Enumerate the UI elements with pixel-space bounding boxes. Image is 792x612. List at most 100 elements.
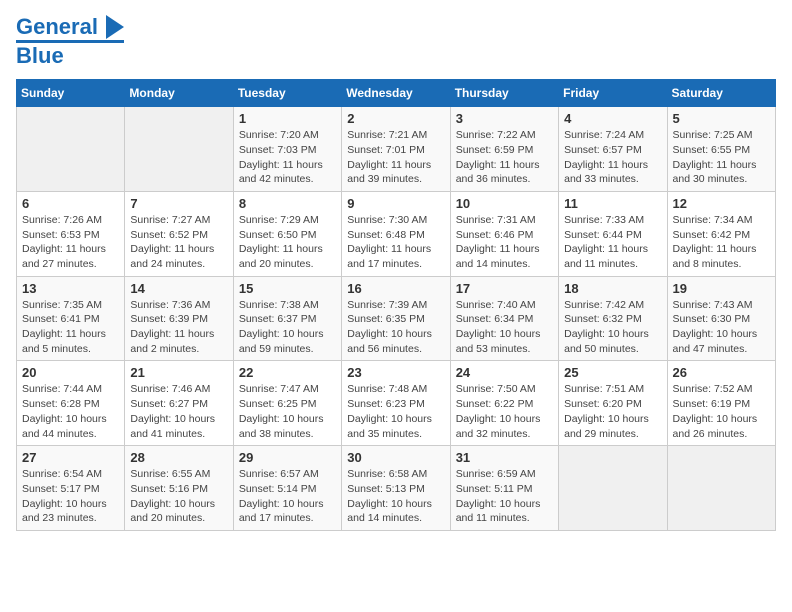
day-detail: Sunrise: 7:30 AM Sunset: 6:48 PM Dayligh… — [347, 213, 444, 272]
calendar-cell: 17 Sunrise: 7:40 AM Sunset: 6:34 PM Dayli… — [450, 276, 558, 361]
day-detail: Sunrise: 7:24 AM Sunset: 6:57 PM Dayligh… — [564, 128, 661, 187]
calendar-week-row: 6 Sunrise: 7:26 AM Sunset: 6:53 PM Daylig… — [17, 191, 776, 276]
day-number: 7 — [130, 196, 227, 211]
calendar-cell: 25 Sunrise: 7:51 AM Sunset: 6:20 PM Dayli… — [559, 361, 667, 446]
calendar-cell: 10 Sunrise: 7:31 AM Sunset: 6:46 PM Dayli… — [450, 191, 558, 276]
day-number: 23 — [347, 365, 444, 380]
logo-blue: Blue — [16, 43, 64, 69]
day-detail: Sunrise: 7:38 AM Sunset: 6:37 PM Dayligh… — [239, 298, 336, 357]
calendar-cell: 22 Sunrise: 7:47 AM Sunset: 6:25 PM Dayli… — [233, 361, 341, 446]
day-header-sunday: Sunday — [17, 80, 125, 107]
calendar-cell: 21 Sunrise: 7:46 AM Sunset: 6:27 PM Dayli… — [125, 361, 233, 446]
day-number: 17 — [456, 281, 553, 296]
calendar-cell — [559, 446, 667, 531]
day-detail: Sunrise: 7:51 AM Sunset: 6:20 PM Dayligh… — [564, 382, 661, 441]
day-number: 12 — [673, 196, 770, 211]
calendar-cell: 2 Sunrise: 7:21 AM Sunset: 7:01 PM Daylig… — [342, 107, 450, 192]
calendar-cell — [17, 107, 125, 192]
calendar-cell: 3 Sunrise: 7:22 AM Sunset: 6:59 PM Daylig… — [450, 107, 558, 192]
calendar-cell: 19 Sunrise: 7:43 AM Sunset: 6:30 PM Dayli… — [667, 276, 775, 361]
day-detail: Sunrise: 7:26 AM Sunset: 6:53 PM Dayligh… — [22, 213, 119, 272]
day-detail: Sunrise: 7:40 AM Sunset: 6:34 PM Dayligh… — [456, 298, 553, 357]
calendar-cell: 29 Sunrise: 6:57 AM Sunset: 5:14 PM Dayli… — [233, 446, 341, 531]
calendar-header-row: SundayMondayTuesdayWednesdayThursdayFrid… — [17, 80, 776, 107]
calendar-week-row: 20 Sunrise: 7:44 AM Sunset: 6:28 PM Dayli… — [17, 361, 776, 446]
day-detail: Sunrise: 7:33 AM Sunset: 6:44 PM Dayligh… — [564, 213, 661, 272]
calendar-cell: 24 Sunrise: 7:50 AM Sunset: 6:22 PM Dayli… — [450, 361, 558, 446]
calendar-cell: 13 Sunrise: 7:35 AM Sunset: 6:41 PM Dayli… — [17, 276, 125, 361]
calendar-cell: 5 Sunrise: 7:25 AM Sunset: 6:55 PM Daylig… — [667, 107, 775, 192]
calendar-cell — [125, 107, 233, 192]
calendar-cell: 11Sunrise: 7:33 AM Sunset: 6:44 PM Dayli… — [559, 191, 667, 276]
calendar-cell: 27Sunrise: 6:54 AM Sunset: 5:17 PM Dayli… — [17, 446, 125, 531]
calendar-cell: 28 Sunrise: 6:55 AM Sunset: 5:16 PM Dayli… — [125, 446, 233, 531]
day-detail: Sunrise: 6:54 AM Sunset: 5:17 PM Dayligh… — [22, 467, 119, 526]
day-number: 22 — [239, 365, 336, 380]
day-number: 5 — [673, 111, 770, 126]
day-header-friday: Friday — [559, 80, 667, 107]
day-detail: Sunrise: 7:31 AM Sunset: 6:46 PM Dayligh… — [456, 213, 553, 272]
day-detail: Sunrise: 7:20 AM Sunset: 7:03 PM Dayligh… — [239, 128, 336, 187]
day-number: 29 — [239, 450, 336, 465]
day-number: 31 — [456, 450, 553, 465]
calendar-cell: 14Sunrise: 7:36 AM Sunset: 6:39 PM Dayli… — [125, 276, 233, 361]
day-detail: Sunrise: 7:43 AM Sunset: 6:30 PM Dayligh… — [673, 298, 770, 357]
day-detail: Sunrise: 7:48 AM Sunset: 6:23 PM Dayligh… — [347, 382, 444, 441]
day-detail: Sunrise: 7:46 AM Sunset: 6:27 PM Dayligh… — [130, 382, 227, 441]
calendar-cell: 4 Sunrise: 7:24 AM Sunset: 6:57 PM Daylig… — [559, 107, 667, 192]
day-detail: Sunrise: 6:55 AM Sunset: 5:16 PM Dayligh… — [130, 467, 227, 526]
day-header-tuesday: Tuesday — [233, 80, 341, 107]
calendar-cell: 20 Sunrise: 7:44 AM Sunset: 6:28 PM Dayli… — [17, 361, 125, 446]
calendar-cell — [667, 446, 775, 531]
day-detail: Sunrise: 7:36 AM Sunset: 6:39 PM Dayligh… — [130, 298, 227, 357]
calendar-week-row: 27Sunrise: 6:54 AM Sunset: 5:17 PM Dayli… — [17, 446, 776, 531]
day-number: 28 — [130, 450, 227, 465]
day-number: 26 — [673, 365, 770, 380]
calendar-cell: 30 Sunrise: 6:58 AM Sunset: 5:13 PM Dayli… — [342, 446, 450, 531]
day-number: 6 — [22, 196, 119, 211]
day-number: 25 — [564, 365, 661, 380]
calendar-week-row: 13 Sunrise: 7:35 AM Sunset: 6:41 PM Dayli… — [17, 276, 776, 361]
day-number: 1 — [239, 111, 336, 126]
day-detail: Sunrise: 7:50 AM Sunset: 6:22 PM Dayligh… — [456, 382, 553, 441]
day-detail: Sunrise: 6:59 AM Sunset: 5:11 PM Dayligh… — [456, 467, 553, 526]
day-detail: Sunrise: 7:35 AM Sunset: 6:41 PM Dayligh… — [22, 298, 119, 357]
day-number: 20 — [22, 365, 119, 380]
day-number: 4 — [564, 111, 661, 126]
calendar-cell: 23 Sunrise: 7:48 AM Sunset: 6:23 PM Dayli… — [342, 361, 450, 446]
day-detail: Sunrise: 7:22 AM Sunset: 6:59 PM Dayligh… — [456, 128, 553, 187]
day-number: 3 — [456, 111, 553, 126]
day-detail: Sunrise: 6:57 AM Sunset: 5:14 PM Dayligh… — [239, 467, 336, 526]
day-detail: Sunrise: 6:58 AM Sunset: 5:13 PM Dayligh… — [347, 467, 444, 526]
day-detail: Sunrise: 7:27 AM Sunset: 6:52 PM Dayligh… — [130, 213, 227, 272]
day-detail: Sunrise: 7:52 AM Sunset: 6:19 PM Dayligh… — [673, 382, 770, 441]
day-detail: Sunrise: 7:25 AM Sunset: 6:55 PM Dayligh… — [673, 128, 770, 187]
day-number: 8 — [239, 196, 336, 211]
day-number: 21 — [130, 365, 227, 380]
calendar-cell: 31 Sunrise: 6:59 AM Sunset: 5:11 PM Dayli… — [450, 446, 558, 531]
day-number: 10 — [456, 196, 553, 211]
calendar-cell: 1 Sunrise: 7:20 AM Sunset: 7:03 PM Daylig… — [233, 107, 341, 192]
logo: General Blue — [16, 16, 124, 69]
day-header-monday: Monday — [125, 80, 233, 107]
page-header: General Blue — [16, 16, 776, 69]
day-number: 24 — [456, 365, 553, 380]
day-number: 2 — [347, 111, 444, 126]
day-number: 30 — [347, 450, 444, 465]
day-number: 9 — [347, 196, 444, 211]
calendar-cell: 9 Sunrise: 7:30 AM Sunset: 6:48 PM Daylig… — [342, 191, 450, 276]
calendar-cell: 7 Sunrise: 7:27 AM Sunset: 6:52 PM Daylig… — [125, 191, 233, 276]
day-number: 16 — [347, 281, 444, 296]
day-detail: Sunrise: 7:47 AM Sunset: 6:25 PM Dayligh… — [239, 382, 336, 441]
day-number: 19 — [673, 281, 770, 296]
calendar-table: SundayMondayTuesdayWednesdayThursdayFrid… — [16, 79, 776, 531]
day-detail: Sunrise: 7:34 AM Sunset: 6:42 PM Dayligh… — [673, 213, 770, 272]
day-header-thursday: Thursday — [450, 80, 558, 107]
calendar-cell: 18Sunrise: 7:42 AM Sunset: 6:32 PM Dayli… — [559, 276, 667, 361]
day-detail: Sunrise: 7:44 AM Sunset: 6:28 PM Dayligh… — [22, 382, 119, 441]
day-number: 13 — [22, 281, 119, 296]
day-detail: Sunrise: 7:21 AM Sunset: 7:01 PM Dayligh… — [347, 128, 444, 187]
logo-text: General — [16, 16, 124, 39]
day-detail: Sunrise: 7:29 AM Sunset: 6:50 PM Dayligh… — [239, 213, 336, 272]
day-header-wednesday: Wednesday — [342, 80, 450, 107]
